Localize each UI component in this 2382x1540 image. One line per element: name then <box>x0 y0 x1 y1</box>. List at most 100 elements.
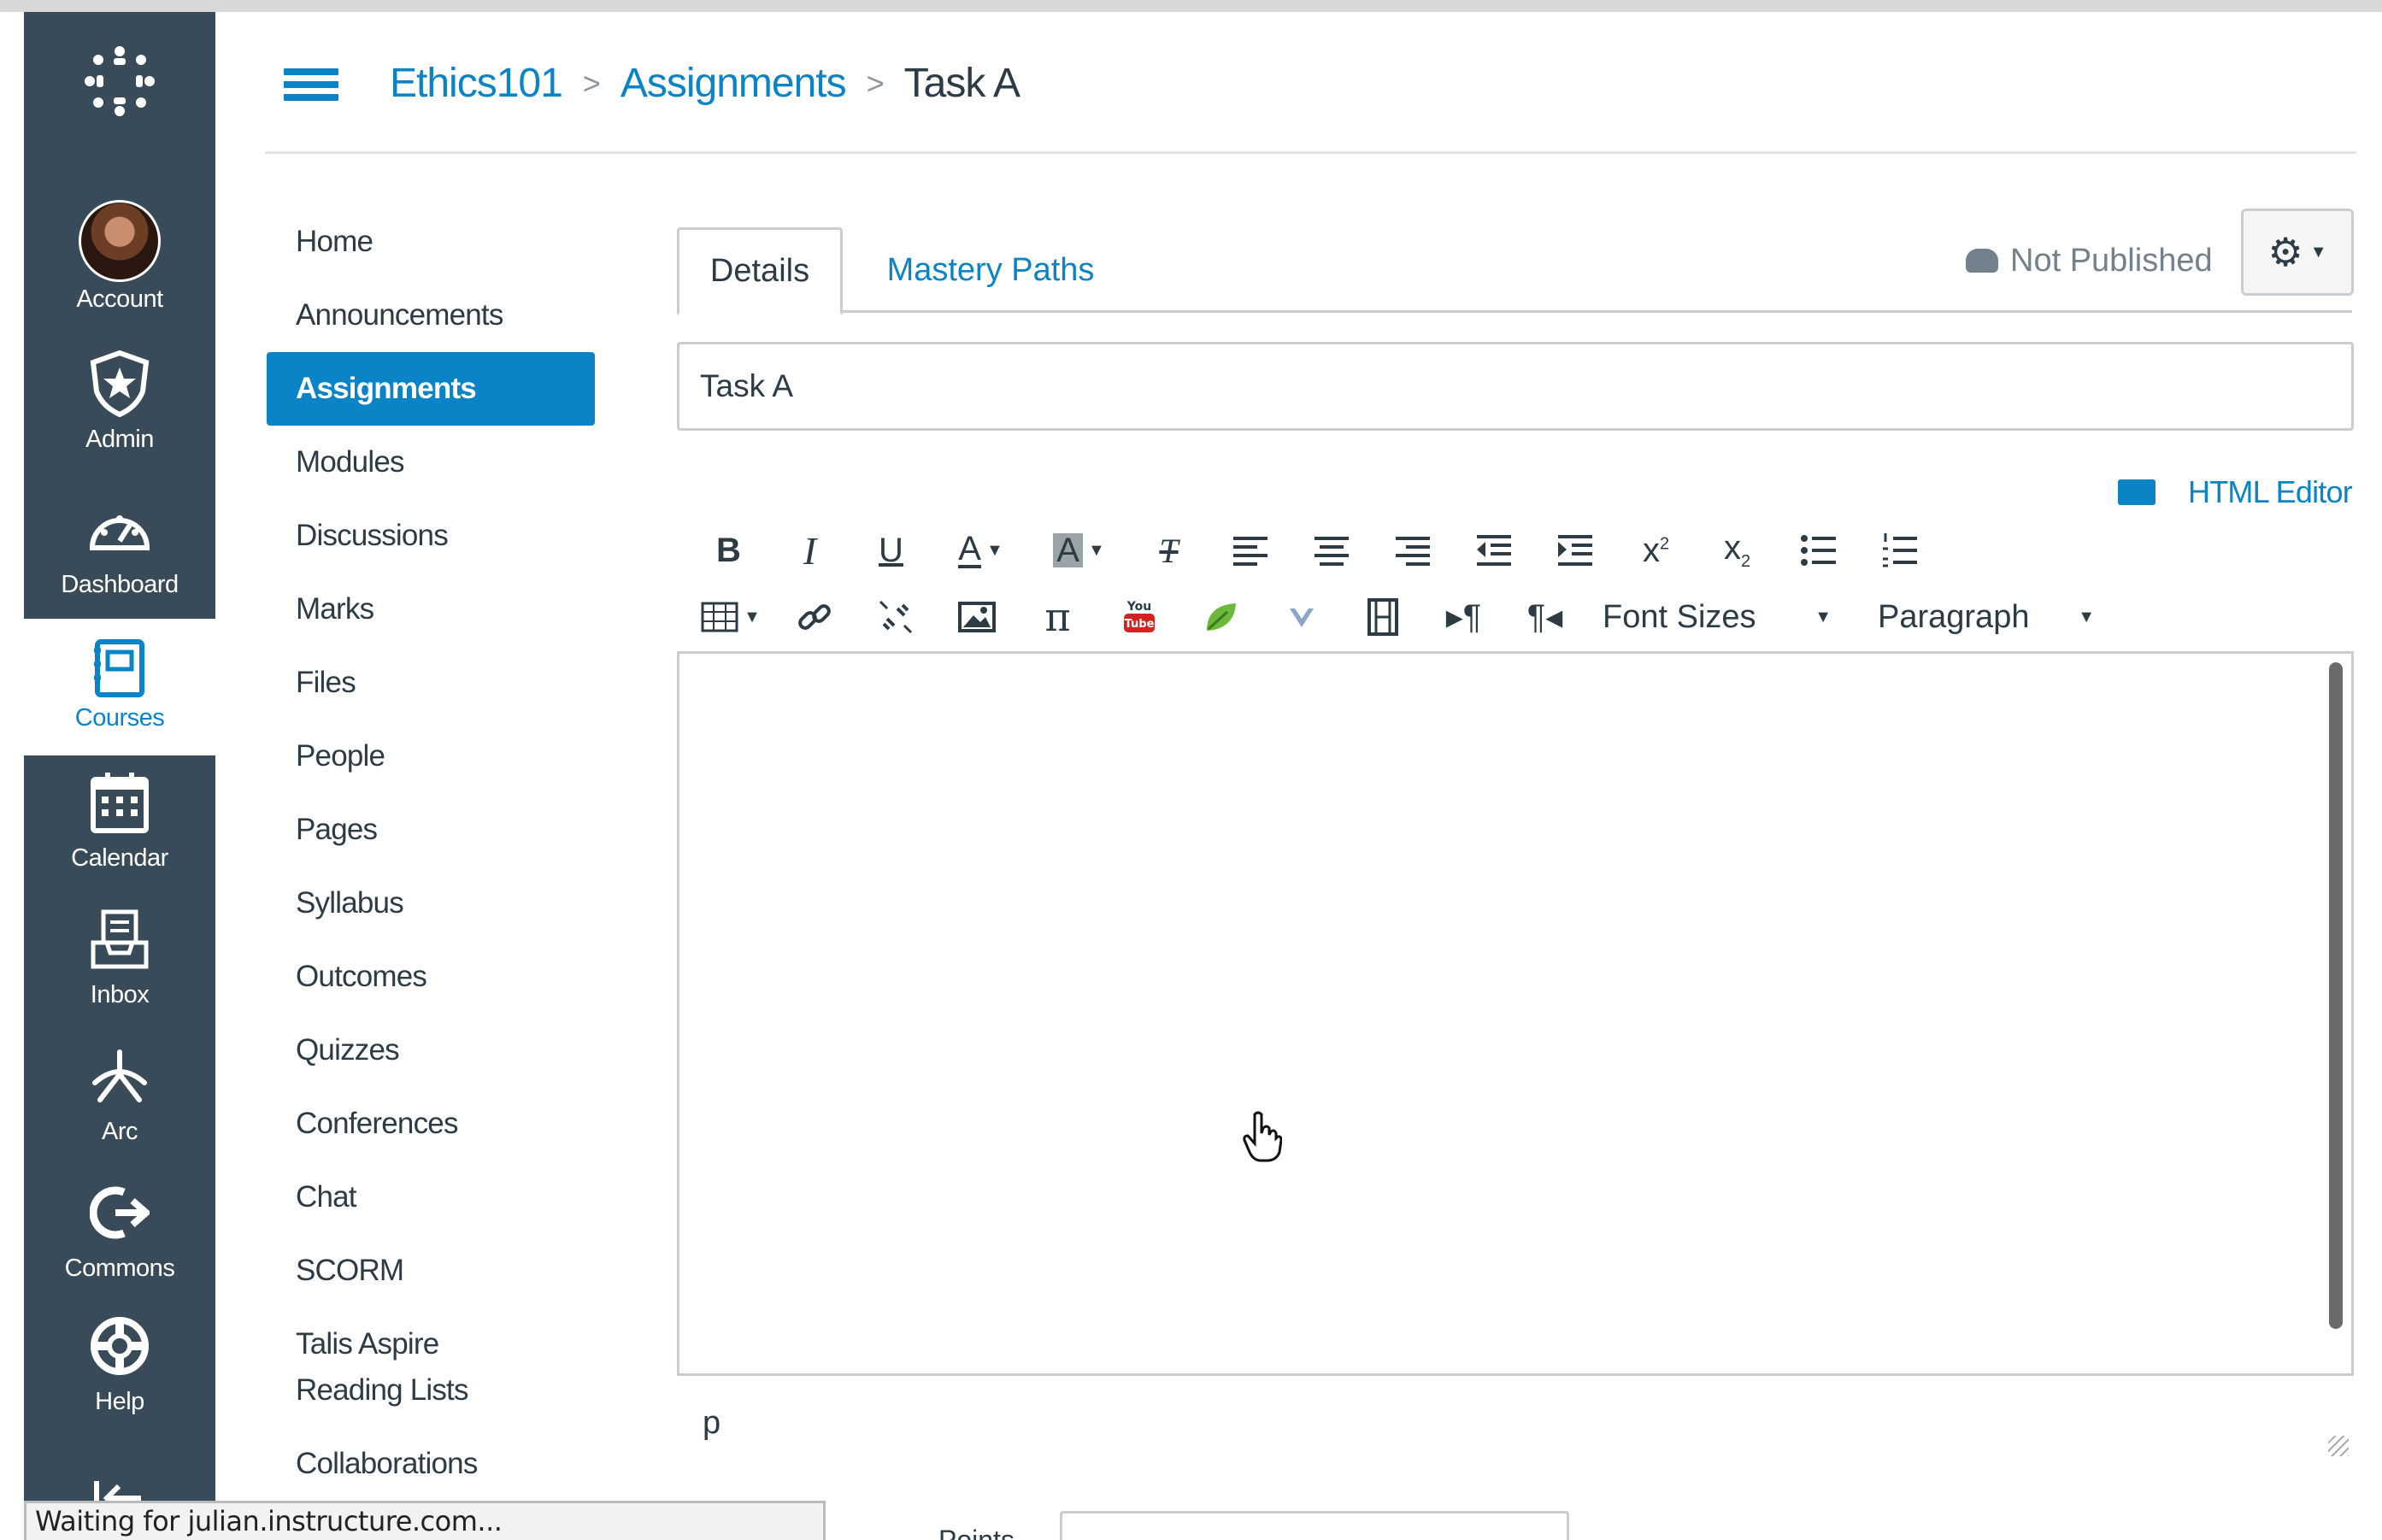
align-right-icon <box>1395 537 1430 566</box>
align-right-button[interactable] <box>1372 520 1453 581</box>
rtl-direction-button[interactable]: ¶◂ <box>1504 586 1585 648</box>
course-nav-assignments[interactable]: Assignments <box>267 352 595 426</box>
course-nav-files[interactable]: Files <box>267 646 595 720</box>
caret-down-icon: ▼ <box>1087 540 1105 560</box>
background-color-button[interactable]: A ▼ <box>1030 520 1128 581</box>
numbered-list-icon <box>1882 533 1917 567</box>
global-nav-help[interactable]: Help <box>24 1308 215 1416</box>
canvas-logo-icon <box>81 43 158 120</box>
course-nav-home[interactable]: Home <box>267 205 595 279</box>
course-menu-toggle-button[interactable] <box>284 68 338 108</box>
rich-text-editor-body[interactable] <box>677 651 2354 1376</box>
points-input[interactable] <box>1060 1511 1569 1540</box>
html-editor-toggle[interactable]: HTML Editor <box>2118 474 2353 510</box>
text-color-button[interactable]: A ▼ <box>932 520 1030 581</box>
insert-link-button[interactable] <box>773 586 855 648</box>
caret-down-icon: ▼ <box>985 540 1003 560</box>
bold-icon: B <box>716 531 741 569</box>
global-nav-label: Help <box>95 1388 144 1415</box>
editor-scrollbar[interactable] <box>2329 662 2343 1329</box>
superscript-icon: x2 <box>1642 531 1670 569</box>
insert-vimeo-button[interactable] <box>1261 586 1342 648</box>
outdent-button[interactable] <box>1453 520 1534 581</box>
remove-link-button[interactable] <box>855 586 936 648</box>
paragraph-format-select[interactable]: Paragraph ▼ <box>1847 586 2095 648</box>
course-nav-modules[interactable]: Modules <box>267 426 595 499</box>
course-navigation: Home Announcements Assignments Modules D… <box>267 205 595 1501</box>
global-nav-arc[interactable]: Arc <box>24 1037 215 1146</box>
course-nav-talis-aspire[interactable]: Talis Aspire Reading Lists <box>267 1308 549 1427</box>
tab-details[interactable]: Details <box>677 227 843 315</box>
course-nav-syllabus[interactable]: Syllabus <box>267 867 595 940</box>
editor-resize-handle[interactable] <box>2328 1436 2349 1456</box>
bullet-list-button[interactable] <box>1778 520 1859 581</box>
course-nav-pages[interactable]: Pages <box>267 793 595 867</box>
course-nav-announcements[interactable]: Announcements <box>267 279 595 352</box>
vimeo-v-icon <box>1289 608 1314 627</box>
global-nav-inbox[interactable]: Inbox <box>24 901 215 1009</box>
italic-icon: I <box>803 528 817 573</box>
course-nav-collaborations[interactable]: Collaborations <box>267 1427 595 1501</box>
numbered-list-button[interactable] <box>1859 520 1940 581</box>
indent-button[interactable] <box>1534 520 1615 581</box>
course-nav-marks[interactable]: Marks <box>267 573 595 646</box>
text-color-icon: A <box>958 530 981 568</box>
breadcrumb: Ethics101 > Assignments > Task A <box>390 60 1020 107</box>
superscript-button[interactable]: x2 <box>1615 520 1697 581</box>
global-nav-courses[interactable]: Courses <box>24 619 215 755</box>
institution-logo[interactable] <box>24 43 215 120</box>
course-nav-conferences[interactable]: Conferences <box>267 1087 595 1161</box>
global-nav-admin[interactable]: Admin <box>24 345 215 454</box>
global-navigation: Account Admin Dashboard Courses Calendar… <box>24 12 215 1540</box>
global-nav-dashboard[interactable]: Dashboard <box>24 491 215 599</box>
global-nav-account[interactable]: Account <box>24 200 215 314</box>
insert-leaf-tool-button[interactable] <box>1179 586 1261 648</box>
course-nav-quizzes[interactable]: Quizzes <box>267 1014 595 1087</box>
editor-element-path[interactable]: p <box>703 1405 720 1442</box>
global-nav-calendar[interactable]: Calendar <box>24 764 215 873</box>
course-nav-people[interactable]: People <box>267 720 595 793</box>
breadcrumb-course-link[interactable]: Ethics101 <box>390 60 563 107</box>
ltr-direction-button[interactable]: ▸¶ <box>1423 586 1504 648</box>
table-icon <box>701 602 738 632</box>
shield-star-icon <box>81 345 158 422</box>
breadcrumb-current: Task A <box>903 61 1020 106</box>
tab-mastery-paths[interactable]: Mastery Paths <box>867 227 1115 313</box>
paragraph-format-label: Paragraph <box>1878 598 2030 635</box>
settings-menu-button[interactable]: ⚙ ▼ <box>2241 209 2354 296</box>
subscript-button[interactable]: x2 <box>1697 520 1778 581</box>
paragraph-rtl-icon: ¶◂ <box>1526 598 1563 636</box>
caret-down-icon: ▼ <box>2309 242 2327 262</box>
align-left-button[interactable] <box>1209 520 1291 581</box>
insert-image-button[interactable] <box>936 586 1017 648</box>
italic-button[interactable]: I <box>769 520 850 581</box>
clear-formatting-button[interactable]: T <box>1128 520 1209 581</box>
insert-math-button[interactable]: π <box>1017 586 1098 648</box>
avatar <box>79 200 161 282</box>
youtube-icon: You Tube <box>1123 600 1155 632</box>
bold-button[interactable]: B <box>688 520 769 581</box>
hand-pointer-cursor-icon <box>1243 1111 1282 1162</box>
publish-status[interactable]: Not Published <box>1966 231 2213 291</box>
film-icon <box>1367 598 1398 636</box>
bullet-list-icon <box>1800 535 1836 566</box>
background-color-icon: A <box>1053 533 1083 567</box>
underline-button[interactable]: U <box>850 520 932 581</box>
course-nav-discussions[interactable]: Discussions <box>267 499 595 573</box>
course-nav-outcomes[interactable]: Outcomes <box>267 940 595 1014</box>
font-sizes-select[interactable]: Font Sizes ▼ <box>1585 586 1847 648</box>
insert-youtube-button[interactable]: You Tube <box>1098 586 1179 648</box>
insert-table-button[interactable]: ▼ <box>688 586 773 648</box>
indent-icon <box>1557 535 1592 566</box>
breadcrumb-assignments-link[interactable]: Assignments <box>620 60 847 107</box>
caret-down-icon: ▼ <box>1814 607 1832 626</box>
course-nav-chat[interactable]: Chat <box>267 1161 595 1234</box>
insert-media-button[interactable] <box>1342 586 1423 648</box>
assignment-title-input[interactable] <box>677 342 2354 431</box>
breadcrumb-separator: > <box>582 65 601 101</box>
align-center-button[interactable] <box>1291 520 1372 581</box>
global-nav-commons[interactable]: Commons <box>24 1174 215 1283</box>
underline-icon: U <box>879 531 903 569</box>
align-left-icon <box>1232 537 1267 566</box>
course-nav-scorm[interactable]: SCORM <box>267 1234 595 1308</box>
